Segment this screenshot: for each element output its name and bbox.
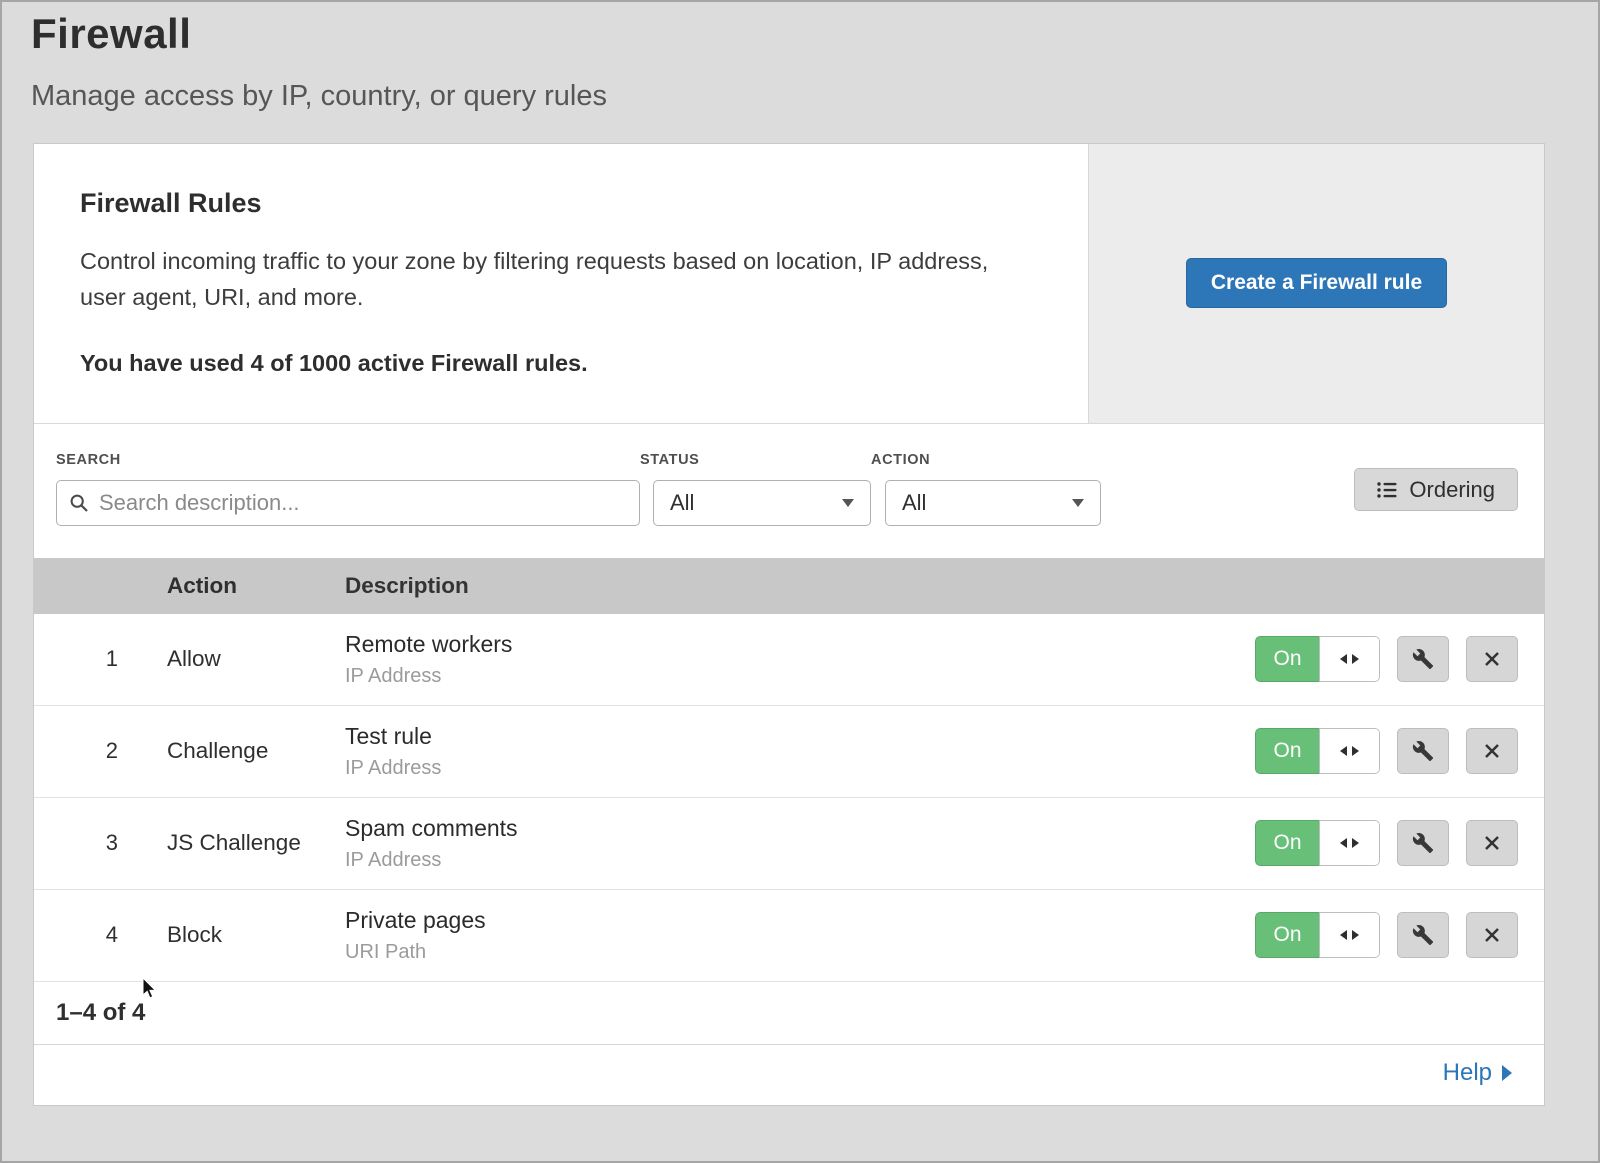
toggle-on-label[interactable]: On <box>1255 728 1319 774</box>
rule-controls: On <box>1255 636 1544 682</box>
close-icon <box>1482 833 1502 853</box>
search-box <box>56 480 640 526</box>
edit-rule-button[interactable] <box>1397 820 1449 866</box>
close-icon <box>1482 925 1502 945</box>
page-title: Firewall <box>31 10 1600 58</box>
pagination-summary: 1–4 of 4 <box>34 982 1544 1045</box>
help-link-label: Help <box>1443 1059 1492 1087</box>
rule-priority: 4 <box>34 922 118 948</box>
action-label: ACTION <box>871 452 1101 468</box>
rule-match-type: IP Address <box>345 849 1255 872</box>
status-selected-value: All <box>670 490 694 516</box>
rule-priority: 2 <box>34 738 118 764</box>
rule-description: Test rule <box>345 723 1255 750</box>
edit-rule-button[interactable] <box>1397 728 1449 774</box>
help-arrow-icon <box>1502 1065 1512 1081</box>
rule-description: Spam comments <box>345 815 1255 842</box>
toggle-arrows-icon[interactable] <box>1319 820 1380 866</box>
section-heading: Firewall Rules <box>80 188 1028 219</box>
section-description: Control incoming traffic to your zone by… <box>80 243 1028 316</box>
search-label: SEARCH <box>56 452 640 468</box>
rule-enabled-toggle[interactable]: On <box>1255 820 1380 866</box>
rule-match-type: IP Address <box>345 665 1255 688</box>
help-footer: Help <box>34 1045 1544 1105</box>
rule-description: Remote workers <box>345 631 1255 658</box>
rule-description-cell: Spam comments IP Address <box>345 815 1255 872</box>
rule-description: Private pages <box>345 907 1255 934</box>
delete-rule-button[interactable] <box>1466 820 1518 866</box>
rule-description-cell: Test rule IP Address <box>345 723 1255 780</box>
page-subtitle: Manage access by IP, country, or query r… <box>31 80 1600 113</box>
page-header: Firewall Manage access by IP, country, o… <box>0 0 1600 113</box>
edit-rule-button[interactable] <box>1397 912 1449 958</box>
toggle-on-label[interactable]: On <box>1255 820 1319 866</box>
rule-controls: On <box>1255 912 1544 958</box>
rule-action: Challenge <box>167 738 345 764</box>
toggle-arrows-icon[interactable] <box>1319 728 1380 774</box>
firewall-rules-info: Firewall Rules Control incoming traffic … <box>34 144 1088 423</box>
table-row: 3 JS Challenge Spam comments IP Address … <box>34 798 1544 890</box>
rule-priority: 1 <box>34 646 118 672</box>
description-column-header: Description <box>345 573 1544 599</box>
table-row: 1 Allow Remote workers IP Address On <box>34 614 1544 706</box>
wrench-icon <box>1412 648 1434 670</box>
action-filter: ACTION All <box>871 452 1101 526</box>
wrench-icon <box>1412 740 1434 762</box>
create-rule-panel: Create a Firewall rule <box>1088 144 1544 423</box>
rule-action: JS Challenge <box>167 830 345 856</box>
firewall-rules-info-section: Firewall Rules Control incoming traffic … <box>34 144 1544 424</box>
toggle-arrows-icon[interactable] <box>1319 636 1380 682</box>
toggle-on-label[interactable]: On <box>1255 912 1319 958</box>
close-icon <box>1482 649 1502 669</box>
delete-rule-button[interactable] <box>1466 728 1518 774</box>
rule-description-cell: Remote workers IP Address <box>345 631 1255 688</box>
rule-action: Allow <box>167 646 345 672</box>
ordering-list-icon <box>1377 481 1397 499</box>
action-selected-value: All <box>902 490 926 516</box>
usage-summary: You have used 4 of 1000 active Firewall … <box>80 350 1028 377</box>
create-firewall-rule-button[interactable]: Create a Firewall rule <box>1186 258 1447 308</box>
edit-rule-button[interactable] <box>1397 636 1449 682</box>
wrench-icon <box>1412 832 1434 854</box>
chevron-down-icon <box>1072 499 1084 507</box>
rule-match-type: IP Address <box>345 757 1255 780</box>
rule-enabled-toggle[interactable]: On <box>1255 728 1380 774</box>
rule-controls: On <box>1255 728 1544 774</box>
action-select[interactable]: All <box>885 480 1101 526</box>
help-link[interactable]: Help <box>1443 1059 1512 1087</box>
toggle-arrows-icon[interactable] <box>1319 912 1380 958</box>
rule-description-cell: Private pages URI Path <box>345 907 1255 964</box>
status-filter: STATUS All <box>640 452 871 526</box>
status-label: STATUS <box>640 452 871 468</box>
table-row: 4 Block Private pages URI Path On <box>34 890 1544 982</box>
search-icon <box>69 493 89 513</box>
action-column-header: Action <box>167 573 345 599</box>
search-input[interactable] <box>56 480 640 526</box>
delete-rule-button[interactable] <box>1466 912 1518 958</box>
ordering-button[interactable]: Ordering <box>1354 468 1518 511</box>
wrench-icon <box>1412 924 1434 946</box>
filter-bar: SEARCH STATUS All ACTION All Ordering <box>34 424 1544 558</box>
rule-priority: 3 <box>34 830 118 856</box>
status-select[interactable]: All <box>653 480 871 526</box>
rule-match-type: URI Path <box>345 941 1255 964</box>
rule-enabled-toggle[interactable]: On <box>1255 636 1380 682</box>
table-row: 2 Challenge Test rule IP Address On <box>34 706 1544 798</box>
rule-controls: On <box>1255 820 1544 866</box>
search-filter: SEARCH <box>56 452 640 526</box>
rule-action: Block <box>167 922 345 948</box>
rule-enabled-toggle[interactable]: On <box>1255 912 1380 958</box>
ordering-button-label: Ordering <box>1409 477 1495 503</box>
delete-rule-button[interactable] <box>1466 636 1518 682</box>
table-header: Action Description <box>34 558 1544 614</box>
close-icon <box>1482 741 1502 761</box>
chevron-down-icon <box>842 499 854 507</box>
toggle-on-label[interactable]: On <box>1255 636 1319 682</box>
firewall-rules-card: Firewall Rules Control incoming traffic … <box>33 143 1545 1106</box>
